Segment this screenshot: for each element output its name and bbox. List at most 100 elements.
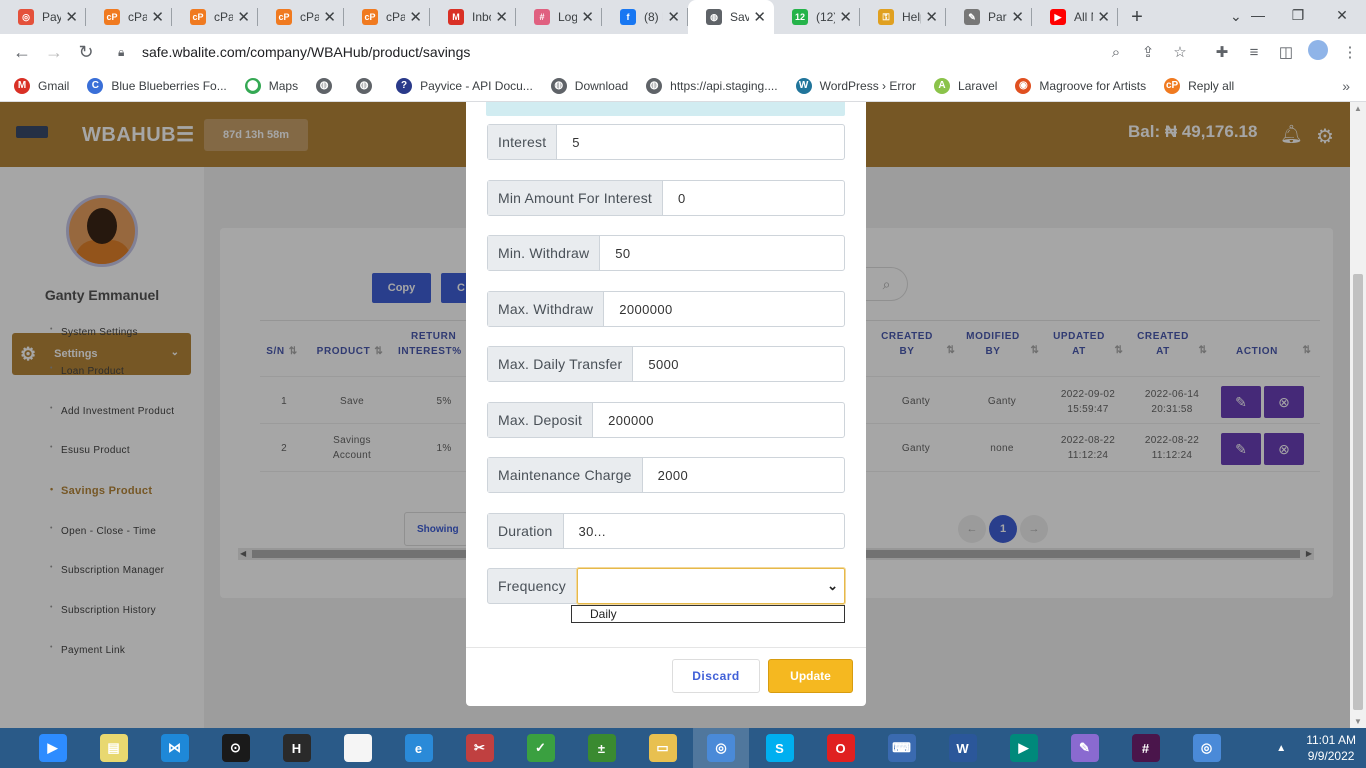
page-scrollbar[interactable]: ▲ ▼: [1350, 102, 1366, 728]
browser-menu-icon[interactable]: ⋮: [1334, 43, 1366, 61]
bookmark-8[interactable]: ◍ https://api.staging....: [646, 77, 778, 94]
taskbar-chrome2-icon[interactable]: ◎: [1176, 728, 1237, 768]
tab-1[interactable]: ◎ PayS✕: [0, 0, 86, 34]
frequency-select[interactable]: ⌄: [576, 568, 845, 604]
taskbar-calc-icon[interactable]: ±: [571, 728, 632, 768]
close-tab-icon[interactable]: ✕: [1011, 10, 1024, 25]
field-input[interactable]: 0: [663, 181, 844, 215]
close-tab-icon[interactable]: ✕: [925, 10, 938, 25]
scroll-thumb[interactable]: [1353, 274, 1363, 710]
bookmark-6[interactable]: ? Payvice - API Docu...: [396, 77, 533, 94]
close-tab-icon[interactable]: ✕: [753, 10, 766, 25]
field-input[interactable]: 2000000: [604, 292, 844, 326]
taskbar-h-app-icon[interactable]: H: [266, 728, 327, 768]
update-button[interactable]: Update: [768, 659, 853, 693]
taskbar-skype-icon[interactable]: S: [749, 728, 810, 768]
tab-4[interactable]: cP cPar✕: [258, 0, 344, 34]
clock[interactable]: 11:01 AM 9/9/2022: [1306, 732, 1356, 764]
close-tab-icon[interactable]: ✕: [667, 10, 680, 25]
bookmark-7[interactable]: ◍ Download: [550, 77, 628, 94]
field-input[interactable]: 200000: [593, 403, 844, 437]
bookmarks-overflow-icon[interactable]: »: [1342, 78, 1350, 94]
field-input[interactable]: 30...: [564, 514, 844, 548]
reading-list-icon[interactable]: ≡: [1238, 44, 1270, 61]
minimize-button[interactable]: —: [1238, 0, 1278, 30]
close-tab-icon[interactable]: ✕: [409, 10, 422, 25]
close-tab-icon[interactable]: ✕: [495, 10, 508, 25]
bookmark-12[interactable]: cP Reply all: [1164, 77, 1234, 94]
notes-app-icon: ▤: [99, 734, 128, 762]
profile-avatar[interactable]: [1302, 40, 1334, 64]
extensions-puzzle-icon[interactable]: ✚: [1206, 43, 1238, 61]
taskbar-snip-icon[interactable]: ✂: [449, 728, 510, 768]
field-input[interactable]: 5000: [633, 347, 844, 381]
taskbar-etisalat-icon[interactable]: ⊙: [205, 728, 266, 768]
restore-button[interactable]: ❐: [1278, 0, 1318, 30]
tray-expand-icon[interactable]: ▲: [1276, 743, 1286, 754]
scroll-up-icon[interactable]: ▲: [1354, 104, 1362, 113]
close-tab-icon[interactable]: ✕: [65, 10, 78, 25]
close-tab-icon[interactable]: ✕: [839, 10, 852, 25]
tab-7[interactable]: # Logi✕: [516, 0, 602, 34]
bookmark-9[interactable]: W WordPress › Error: [795, 77, 917, 94]
bookmark-10[interactable]: A Laravel: [934, 77, 997, 94]
tab-6[interactable]: M Inbc ✕: [430, 0, 516, 34]
bookmark-star-icon[interactable]: ☆: [1164, 43, 1196, 61]
field-group: Duration 30...: [487, 513, 845, 549]
bookmark-1[interactable]: M Gmail: [14, 77, 69, 94]
taskbar-meet-icon[interactable]: ▶: [993, 728, 1054, 768]
ie-app-icon: e: [404, 734, 433, 762]
calc-app-icon: ±: [587, 734, 616, 762]
taskbar-slack-icon[interactable]: #: [1115, 728, 1176, 768]
taskbar-keyboard-icon[interactable]: ⌨: [871, 728, 932, 768]
taskbar-clock-app-icon[interactable]: ✓: [510, 728, 571, 768]
address-bar[interactable]: 🔒︎ safe.wbalite.com/company/WBAHub/produ…: [112, 36, 1196, 68]
bookmark-3[interactable]: ⬤ Maps: [244, 77, 298, 94]
tab-10[interactable]: 12 (12) ✕: [774, 0, 860, 34]
new-tab-button[interactable]: +: [1122, 0, 1152, 34]
zoom-search-icon[interactable]: ⌕: [1100, 44, 1132, 61]
taskbar-zoom-icon[interactable]: ▶: [22, 728, 83, 768]
close-tab-icon[interactable]: ✕: [1097, 10, 1110, 25]
taskbar-word-icon[interactable]: W: [932, 728, 993, 768]
side-panel-icon[interactable]: ◫: [1270, 43, 1302, 61]
discard-button[interactable]: Discard: [672, 659, 760, 693]
windows-taskbar: ▶ ▤ ⋈ ⊙ H e ✂ ✓ ± ▭ ◎ S O ⌨ W ▶ ✎ # ◎ ▲ 11:01 AM 9/9/2022: [0, 728, 1366, 768]
taskbar-notes-icon[interactable]: ▤: [83, 728, 144, 768]
forward-arrow-icon[interactable]: →: [38, 36, 70, 68]
taskbar-paint-icon[interactable]: ✎: [1054, 728, 1115, 768]
tab-13[interactable]: ▶ All N ✕: [1032, 0, 1118, 34]
taskbar-chrome-icon[interactable]: ◎: [693, 728, 749, 768]
share-icon[interactable]: ⇪: [1132, 43, 1164, 61]
bookmark-4[interactable]: ◍: [316, 77, 340, 94]
tab-3[interactable]: cP cPar✕: [172, 0, 258, 34]
bookmark-favicon-icon: W: [795, 77, 812, 94]
taskbar-file-icon[interactable]: [327, 728, 388, 768]
taskbar-vscode-icon[interactable]: ⋈: [144, 728, 205, 768]
close-tab-icon[interactable]: ✕: [581, 10, 594, 25]
frequency-option-daily[interactable]: Daily: [571, 605, 845, 623]
close-tab-icon[interactable]: ✕: [151, 10, 164, 25]
taskbar-ie-icon[interactable]: e: [388, 728, 449, 768]
bookmark-5[interactable]: ◍: [356, 77, 380, 94]
tab-5[interactable]: cP cPar✕: [344, 0, 430, 34]
field-input[interactable]: 50: [600, 236, 844, 270]
taskbar-opera-icon[interactable]: O: [810, 728, 871, 768]
bookmark-label: WordPress › Error: [819, 78, 917, 93]
tab-8[interactable]: f (8) F ✕: [602, 0, 688, 34]
close-tab-icon[interactable]: ✕: [323, 10, 336, 25]
field-input[interactable]: 5: [557, 125, 844, 159]
bookmark-2[interactable]: C Blue Blueberries Fo...: [87, 77, 227, 94]
tab-12[interactable]: ✎ Para ✕: [946, 0, 1032, 34]
back-arrow-icon[interactable]: ←: [6, 36, 38, 68]
bookmark-11[interactable]: ◉ Magroove for Artists: [1015, 77, 1146, 94]
tab-2[interactable]: cP cPar✕: [86, 0, 172, 34]
tab-11[interactable]: ⚿ Help ✕: [860, 0, 946, 34]
close-window-button[interactable]: ✕: [1318, 0, 1366, 30]
field-input[interactable]: 2000: [643, 458, 844, 492]
close-tab-icon[interactable]: ✕: [237, 10, 250, 25]
taskbar-explorer-icon[interactable]: ▭: [632, 728, 693, 768]
reload-icon[interactable]: ↻: [70, 36, 102, 68]
tab-9[interactable]: ◍ Savi✕: [688, 0, 774, 34]
scroll-down-icon[interactable]: ▼: [1354, 717, 1362, 726]
